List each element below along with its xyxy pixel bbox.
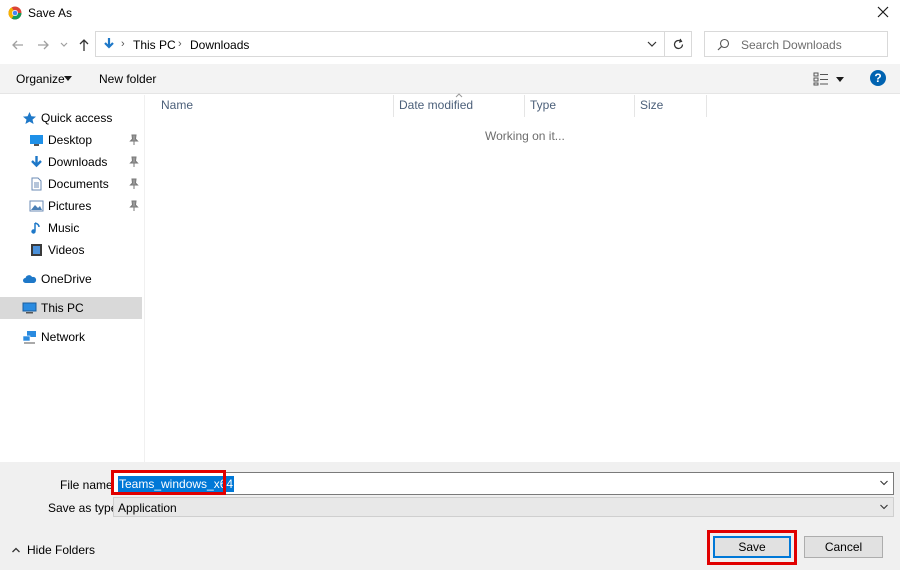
- search-placeholder: Search Downloads: [741, 38, 842, 52]
- file-name-label: File name:: [60, 478, 117, 492]
- column-divider[interactable]: [393, 95, 394, 117]
- sidebar-item-downloads[interactable]: Downloads: [0, 151, 142, 173]
- music-icon: [31, 222, 40, 234]
- new-folder-button[interactable]: New folder: [99, 72, 156, 86]
- cancel-button[interactable]: Cancel: [804, 536, 883, 558]
- star-icon: [23, 112, 36, 124]
- help-icon[interactable]: ?: [870, 70, 886, 86]
- caret-down-icon: [64, 76, 72, 81]
- refresh-button[interactable]: [665, 31, 692, 57]
- save-as-type-value: Application: [118, 501, 177, 515]
- pin-icon[interactable]: [129, 178, 139, 190]
- window-title: Save As: [28, 6, 73, 20]
- caret-down-icon[interactable]: [836, 77, 844, 82]
- sidebar-item-label: This PC: [41, 301, 84, 315]
- sidebar-item-documents[interactable]: Documents: [0, 173, 142, 195]
- sidebar-item-label: Downloads: [48, 155, 108, 169]
- chevron-down-icon[interactable]: [879, 502, 889, 512]
- pictures-icon: [29, 200, 44, 212]
- sidebar-item-label: Music: [48, 221, 80, 235]
- chevron-down-icon[interactable]: [646, 38, 658, 50]
- document-icon: [31, 177, 42, 191]
- organize-button[interactable]: Organize: [16, 72, 65, 86]
- column-header-date-modified[interactable]: Date modified: [399, 98, 473, 112]
- title-bar: Save As: [0, 0, 900, 26]
- close-icon[interactable]: [874, 3, 892, 21]
- column-divider[interactable]: [706, 95, 707, 117]
- cloud-icon: [23, 275, 37, 283]
- navigation-pane: Quick access Desktop Downloads Documents: [0, 95, 145, 462]
- column-header-type[interactable]: Type: [530, 98, 556, 112]
- sidebar-item-this-pc[interactable]: This PC: [0, 297, 142, 319]
- back-arrow-icon[interactable]: [10, 37, 26, 53]
- download-icon: [104, 38, 114, 49]
- sidebar-item-label: Network: [41, 330, 86, 344]
- pin-icon[interactable]: [129, 200, 139, 212]
- videos-icon: [31, 244, 42, 256]
- sidebar-item-quick-access[interactable]: Quick access: [0, 107, 142, 129]
- file-name-field[interactable]: Teams_windows_x64: [113, 472, 894, 495]
- status-text: Working on it...: [485, 129, 565, 143]
- search-icon: [717, 38, 730, 51]
- chrome-icon: [8, 6, 22, 20]
- highlight-box: [111, 470, 226, 495]
- column-header-name[interactable]: Name: [161, 98, 193, 112]
- save-as-type-label: Save as type:: [48, 501, 121, 515]
- chevron-down-icon[interactable]: [879, 478, 889, 488]
- sidebar-item-label: Quick access: [41, 111, 113, 125]
- hide-folders-button[interactable]: Hide Folders: [27, 543, 95, 557]
- forward-arrow-icon[interactable]: [35, 37, 51, 53]
- command-bar: Organize New folder: [0, 64, 900, 94]
- sidebar-item-label: Pictures: [48, 199, 92, 213]
- address-bar[interactable]: › This PC › Downloads: [95, 31, 665, 57]
- sidebar-item-music[interactable]: Music: [0, 217, 142, 239]
- network-icon: [22, 331, 36, 344]
- breadcrumb-separator-icon: ›: [121, 38, 125, 50]
- pin-icon[interactable]: [129, 134, 139, 146]
- column-divider[interactable]: [634, 95, 635, 117]
- search-input[interactable]: Search Downloads: [704, 31, 888, 57]
- desktop-icon: [30, 135, 43, 146]
- breadcrumb-downloads[interactable]: Downloads: [190, 38, 249, 52]
- column-divider[interactable]: [524, 95, 525, 117]
- computer-icon: [22, 302, 37, 314]
- chevron-up-icon[interactable]: [11, 545, 21, 555]
- refresh-icon: [673, 38, 684, 50]
- sidebar-item-videos[interactable]: Videos: [0, 239, 142, 261]
- highlight-box: [707, 530, 797, 565]
- view-options-icon[interactable]: [813, 72, 829, 86]
- save-as-type-select[interactable]: Application: [113, 497, 894, 517]
- sidebar-item-label: OneDrive: [41, 272, 92, 286]
- breadcrumb-this-pc[interactable]: This PC: [133, 38, 176, 52]
- sidebar-item-label: Desktop: [48, 133, 93, 147]
- download-icon: [31, 156, 42, 168]
- pin-icon[interactable]: [129, 156, 139, 168]
- file-list[interactable]: Name Date modified Type Size Working on …: [145, 93, 900, 462]
- sidebar-item-network[interactable]: Network: [0, 326, 142, 348]
- sidebar-item-label: Documents: [48, 177, 109, 191]
- column-header-size[interactable]: Size: [640, 98, 663, 112]
- sidebar-item-pictures[interactable]: Pictures: [0, 195, 142, 217]
- up-arrow-icon[interactable]: [76, 37, 92, 53]
- recent-locations-chevron-icon[interactable]: [59, 40, 69, 50]
- sidebar-item-onedrive[interactable]: OneDrive: [0, 268, 142, 290]
- sidebar-item-label: Videos: [48, 243, 85, 257]
- breadcrumb-separator-icon: ›: [178, 38, 182, 50]
- sidebar-item-desktop[interactable]: Desktop: [0, 129, 142, 151]
